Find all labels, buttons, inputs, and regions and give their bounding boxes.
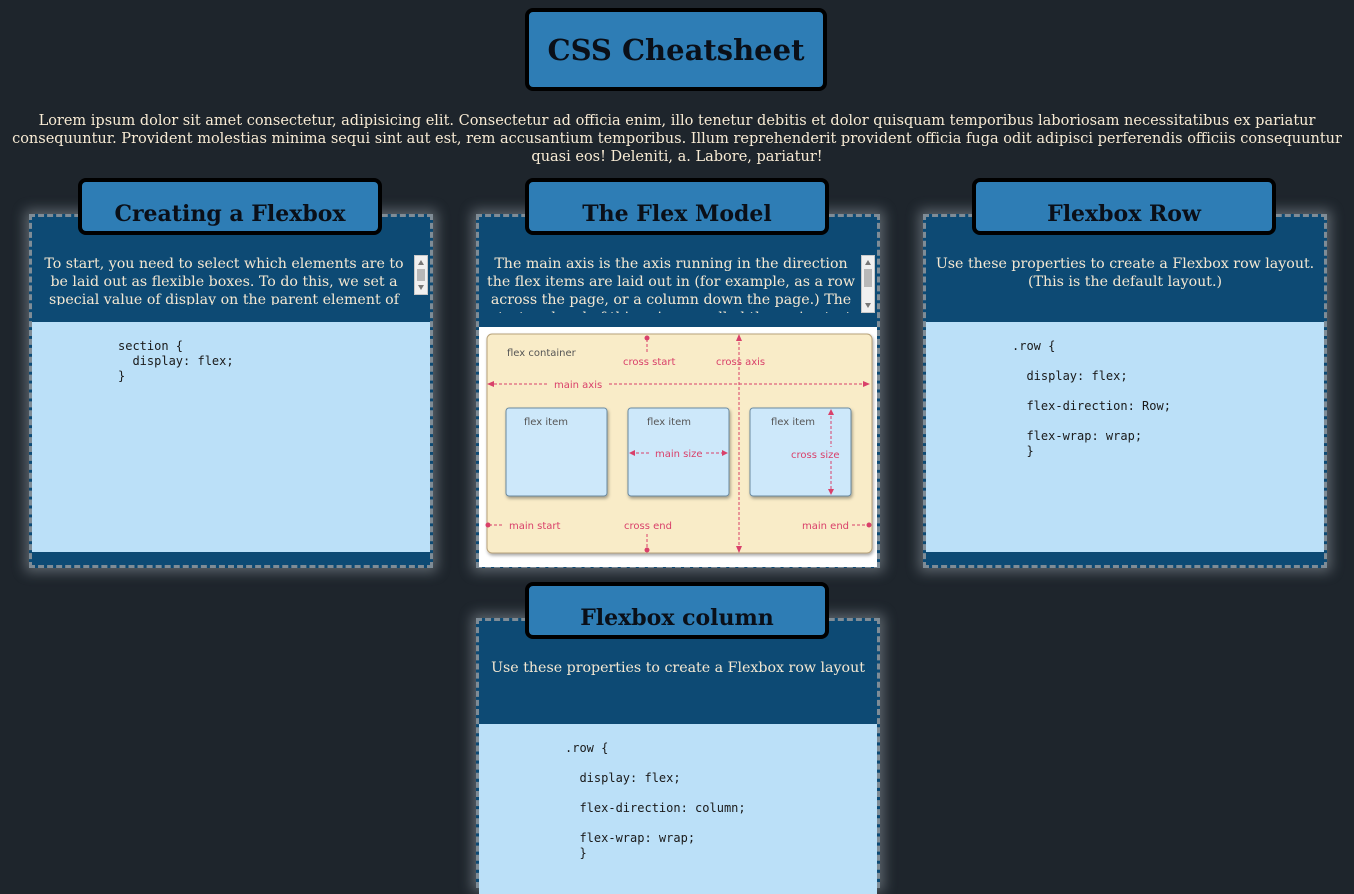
description-text: The main axis is the axis running in the… [487,256,855,313]
intro-paragraph: Lorem ipsum dolor sit amet consectetur, … [12,113,1342,165]
scroll-down-icon[interactable] [418,285,424,290]
card-flexbox-row: Use these properties to create a Flexbox… [923,214,1327,568]
cross-size-label: cross size [791,450,840,461]
code-text: section { display: flex; } [118,339,234,383]
cross-end-label: cross end [624,521,672,532]
code-text: .row { display: flex; flex-direction: Ro… [1012,339,1171,458]
flex-container-label: flex container [507,348,577,359]
card-title: Creating a Flexbox [114,201,346,227]
description-text: Use these properties to create a Flexbox… [935,256,1315,290]
code-block: .row { display: flex; flex-direction: co… [479,724,877,894]
flex-item-2-label: flex item [647,417,691,428]
code-block: section { display: flex; } [32,322,430,552]
main-end-label: main end [802,521,849,532]
description-scrollbar[interactable] [861,255,875,313]
description-text: To start, you need to select which eleme… [44,256,404,305]
card-title-box: The Flex Model [525,178,829,235]
flex-model-svg: flex container cross start cross axis ma… [485,333,873,554]
card-title-box: Flexbox Row [972,178,1276,235]
card-title: Flexbox column [580,605,774,631]
card-flexbox-column: Use these properties to create a Flexbox… [476,618,880,894]
code-text: .row { display: flex; flex-direction: co… [565,741,746,860]
card-title: Flexbox Row [1047,201,1201,227]
flex-item-1-label: flex item [524,417,568,428]
main-axis-label: main axis [554,380,602,391]
cross-axis-label: cross axis [716,357,765,368]
main-start-label: main start [509,521,561,532]
cross-start-label: cross start [623,357,675,368]
scroll-thumb[interactable] [864,269,872,287]
scroll-up-icon[interactable] [865,260,871,265]
card-creating-flexbox: To start, you need to select which eleme… [29,214,433,568]
page-title-box: CSS Cheatsheet [525,8,827,91]
page-title: CSS Cheatsheet [547,32,805,67]
card-flex-model: The main axis is the axis running in the… [476,214,880,568]
main-end-dot [866,522,872,528]
card-title-box: Flexbox column [525,582,829,639]
card-title-box: Creating a Flexbox [78,178,382,235]
scroll-thumb[interactable] [417,269,425,281]
description-text: Use these properties to create a Flexbox… [491,660,865,676]
scroll-down-icon[interactable] [865,303,871,308]
card-title: The Flex Model [582,201,772,227]
main-size-label: main size [655,449,703,460]
scroll-up-icon[interactable] [418,260,424,265]
description-scrollbar[interactable] [414,255,428,295]
cross-end-dot [644,547,650,553]
code-block: .row { display: flex; flex-direction: Ro… [926,322,1324,552]
flex-model-diagram: flex container cross start cross axis ma… [479,327,877,567]
flex-item-3-label: flex item [771,417,815,428]
